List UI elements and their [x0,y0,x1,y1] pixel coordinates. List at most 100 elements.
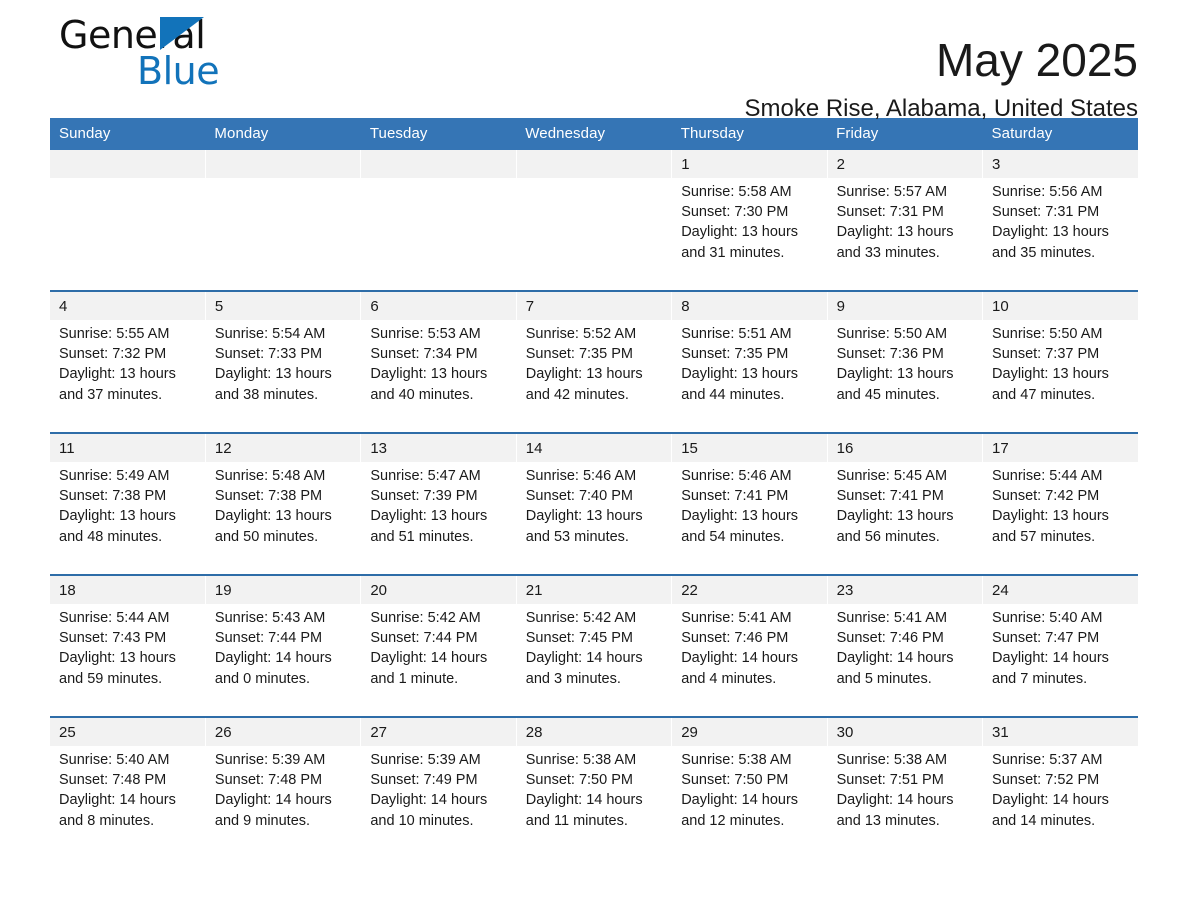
sunrise-text: Sunrise: 5:38 AM [836,752,948,768]
week-gap [50,560,1138,574]
week-gap-cell [50,702,1138,716]
weekday-header-tuesday: Tuesday [360,118,517,150]
daylight-text-line2: and 5 minutes. [836,670,932,687]
daylight-text-line1: Daylight: 13 hours [836,224,954,241]
day-cell-empty [516,178,673,276]
sunset-text: Sunset: 7:37 PM [992,346,1100,363]
day-number[interactable]: 8 [671,292,828,320]
daylight-text-line2: and 40 minutes. [370,386,474,403]
day-cell[interactable]: Sunrise: 5:38 AM Sunset: 7:51 PM Daylight:… [827,746,984,844]
daylight-text-line1: Daylight: 14 hours [525,792,643,809]
daylight-text-line1: Daylight: 14 hours [681,650,799,667]
sunrise-text: Sunrise: 5:56 AM [992,184,1103,200]
day-cell-empty [360,178,517,276]
day-number[interactable]: 9 [827,292,984,320]
day-cell[interactable]: Sunrise: 5:48 AM Sunset: 7:38 PM Daylight:… [205,462,362,560]
day-number[interactable]: 12 [205,434,362,462]
sunset-text: Sunset: 7:46 PM [681,630,789,647]
day-number[interactable]: 19 [205,576,362,604]
daylight-text-line2: and 1 minute. [370,670,459,687]
day-cell[interactable]: Sunrise: 5:57 AM Sunset: 7:31 PM Daylight:… [827,178,984,276]
daylight-text-line2: and 38 minutes. [214,386,319,403]
day-cell[interactable]: Sunrise: 5:37 AM Sunset: 7:52 PM Daylight:… [982,746,1138,844]
day-cell[interactable]: Sunrise: 5:50 AM Sunset: 7:36 PM Daylight:… [827,320,984,418]
day-number[interactable]: 25 [50,718,206,746]
day-number[interactable]: 17 [982,434,1138,462]
day-number[interactable]: 30 [827,718,984,746]
day-number[interactable]: 15 [671,434,828,462]
day-cell[interactable]: Sunrise: 5:50 AM Sunset: 7:37 PM Daylight:… [982,320,1138,418]
day-number[interactable]: 16 [827,434,984,462]
day-cell[interactable]: Sunrise: 5:55 AM Sunset: 7:32 PM Daylight:… [50,320,206,418]
day-cell[interactable]: Sunrise: 5:42 AM Sunset: 7:45 PM Daylight:… [516,604,673,702]
day-cell[interactable]: Sunrise: 5:49 AM Sunset: 7:38 PM Daylight:… [50,462,206,560]
daylight-text-line2: and 4 minutes. [681,670,777,687]
sunrise-text: Sunrise: 5:47 AM [370,468,481,484]
day-number[interactable]: 3 [982,150,1138,178]
day-number[interactable]: 2 [827,150,984,178]
daylight-text-line1: Daylight: 14 hours [836,650,954,667]
day-number[interactable]: 6 [360,292,517,320]
day-cell[interactable]: Sunrise: 5:44 AM Sunset: 7:42 PM Daylight:… [982,462,1138,560]
day-number[interactable]: 21 [516,576,673,604]
day-number[interactable]: 26 [205,718,362,746]
sunset-text: Sunset: 7:33 PM [214,346,323,363]
day-number[interactable]: 18 [50,576,206,604]
sunset-text: Sunset: 7:38 PM [59,488,167,505]
day-cell[interactable]: Sunrise: 5:44 AM Sunset: 7:43 PM Daylight:… [50,604,206,702]
day-cell[interactable]: Sunrise: 5:42 AM Sunset: 7:44 PM Daylight:… [360,604,517,702]
day-cell[interactable]: Sunrise: 5:39 AM Sunset: 7:48 PM Daylight:… [205,746,362,844]
daylight-text-line2: and 51 minutes. [370,528,474,545]
day-cell[interactable]: Sunrise: 5:41 AM Sunset: 7:46 PM Daylight:… [827,604,984,702]
page-header: General Blue May 2025 Smoke Rise, Alabam… [50,0,1138,122]
day-number[interactable]: 29 [671,718,828,746]
day-cell[interactable]: Sunrise: 5:39 AM Sunset: 7:49 PM Daylight:… [360,746,517,844]
day-cell[interactable]: Sunrise: 5:40 AM Sunset: 7:48 PM Daylight:… [50,746,206,844]
daylight-text-line1: Daylight: 13 hours [525,508,643,525]
day-number[interactable]: 23 [827,576,984,604]
day-cell[interactable]: Sunrise: 5:54 AM Sunset: 7:33 PM Daylight:… [205,320,362,418]
day-number[interactable]: 13 [360,434,517,462]
day-number[interactable]: 4 [50,292,206,320]
day-number[interactable]: 7 [516,292,673,320]
sunrise-sunset-calendar: Sunday Monday Tuesday Wednesday Thursday… [50,118,1138,844]
day-cell[interactable]: Sunrise: 5:45 AM Sunset: 7:41 PM Daylight:… [827,462,984,560]
sunrise-text: Sunrise: 5:40 AM [992,610,1103,626]
day-cell[interactable]: Sunrise: 5:46 AM Sunset: 7:40 PM Daylight:… [516,462,673,560]
day-cell[interactable]: Sunrise: 5:41 AM Sunset: 7:46 PM Daylight:… [671,604,828,702]
sunset-text: Sunset: 7:48 PM [214,772,323,789]
day-number[interactable]: 22 [671,576,828,604]
sunrise-text: Sunrise: 5:41 AM [681,610,792,626]
day-cell[interactable]: Sunrise: 5:51 AM Sunset: 7:35 PM Daylight:… [671,320,828,418]
sunrise-text: Sunrise: 5:38 AM [681,752,792,768]
day-number[interactable]: 5 [205,292,362,320]
daylight-text-line2: and 48 minutes. [59,528,163,545]
sunset-text: Sunset: 7:34 PM [370,346,478,363]
day-cell[interactable]: Sunrise: 5:43 AM Sunset: 7:44 PM Daylight:… [205,604,362,702]
daylight-text-line1: Daylight: 13 hours [525,366,643,383]
day-number[interactable]: 27 [360,718,517,746]
day-number[interactable]: 11 [50,434,206,462]
day-cell[interactable]: Sunrise: 5:46 AM Sunset: 7:41 PM Daylight:… [671,462,828,560]
day-number[interactable]: 1 [671,150,828,178]
day-number[interactable]: 14 [516,434,673,462]
day-number[interactable]: 31 [982,718,1138,746]
day-number-row: 11 12 13 14 15 16 17 [50,434,1138,462]
day-number[interactable]: 24 [982,576,1138,604]
day-cell[interactable]: Sunrise: 5:47 AM Sunset: 7:39 PM Daylight:… [360,462,517,560]
daylight-text-line1: Daylight: 13 hours [59,508,176,525]
day-cell[interactable]: Sunrise: 5:52 AM Sunset: 7:35 PM Daylight:… [516,320,673,418]
day-cell[interactable]: Sunrise: 5:56 AM Sunset: 7:31 PM Daylight:… [982,178,1138,276]
day-number[interactable]: 20 [360,576,517,604]
day-cell[interactable]: Sunrise: 5:58 AM Sunset: 7:30 PM Daylight:… [671,178,828,276]
day-cell[interactable]: Sunrise: 5:53 AM Sunset: 7:34 PM Daylight:… [360,320,517,418]
daylight-text-line1: Daylight: 14 hours [59,792,176,809]
day-cell[interactable]: Sunrise: 5:40 AM Sunset: 7:47 PM Daylight:… [982,604,1138,702]
day-number[interactable]: 10 [982,292,1138,320]
day-number[interactable]: 28 [516,718,673,746]
weekday-header-wednesday: Wednesday [516,118,672,150]
day-cell[interactable]: Sunrise: 5:38 AM Sunset: 7:50 PM Daylight:… [516,746,673,844]
sunset-text: Sunset: 7:51 PM [836,772,944,789]
weekday-header-sunday: Sunday [50,118,206,150]
day-cell[interactable]: Sunrise: 5:38 AM Sunset: 7:50 PM Daylight:… [671,746,828,844]
